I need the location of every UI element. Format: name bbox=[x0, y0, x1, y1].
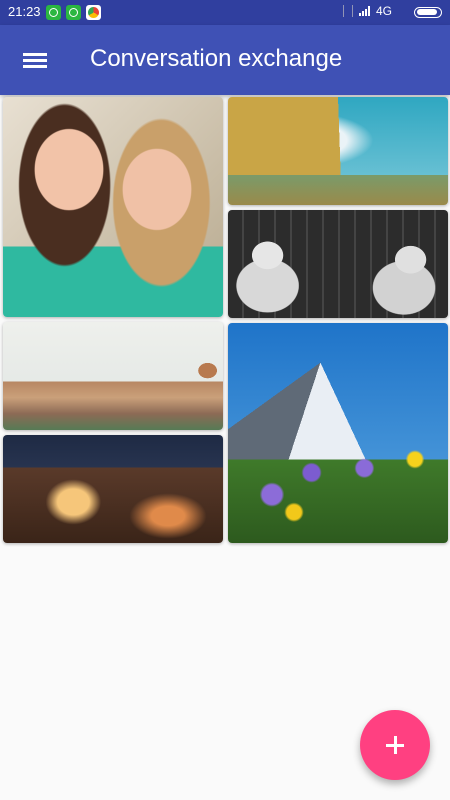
app-bar: Conversation exchange bbox=[0, 25, 450, 95]
gallery-image-sandcastle[interactable] bbox=[228, 97, 448, 205]
gallery-image-madrid[interactable] bbox=[3, 435, 223, 543]
gallery-image-matterhorn[interactable] bbox=[228, 323, 448, 543]
status-bar: 21:23 4G bbox=[0, 0, 450, 25]
chrome-icon bbox=[86, 5, 101, 20]
whatsapp-icon bbox=[46, 5, 61, 20]
gallery-image-florence[interactable] bbox=[3, 322, 223, 430]
vibrate-icon bbox=[342, 5, 353, 17]
gallery-image-two-girls[interactable] bbox=[3, 97, 223, 317]
page-title: Conversation exchange bbox=[90, 45, 343, 72]
hamburger-menu-icon[interactable] bbox=[15, 45, 55, 75]
signal-indicators: 4G bbox=[342, 4, 392, 18]
add-button[interactable] bbox=[360, 710, 430, 780]
whatsapp-icon bbox=[66, 5, 81, 20]
gallery-image-bw-girls[interactable] bbox=[228, 210, 448, 318]
status-time: 21:23 bbox=[8, 4, 41, 19]
signal-strength-icon bbox=[358, 6, 370, 16]
network-type-label: 4G bbox=[375, 4, 392, 18]
battery-icon bbox=[414, 7, 442, 18]
